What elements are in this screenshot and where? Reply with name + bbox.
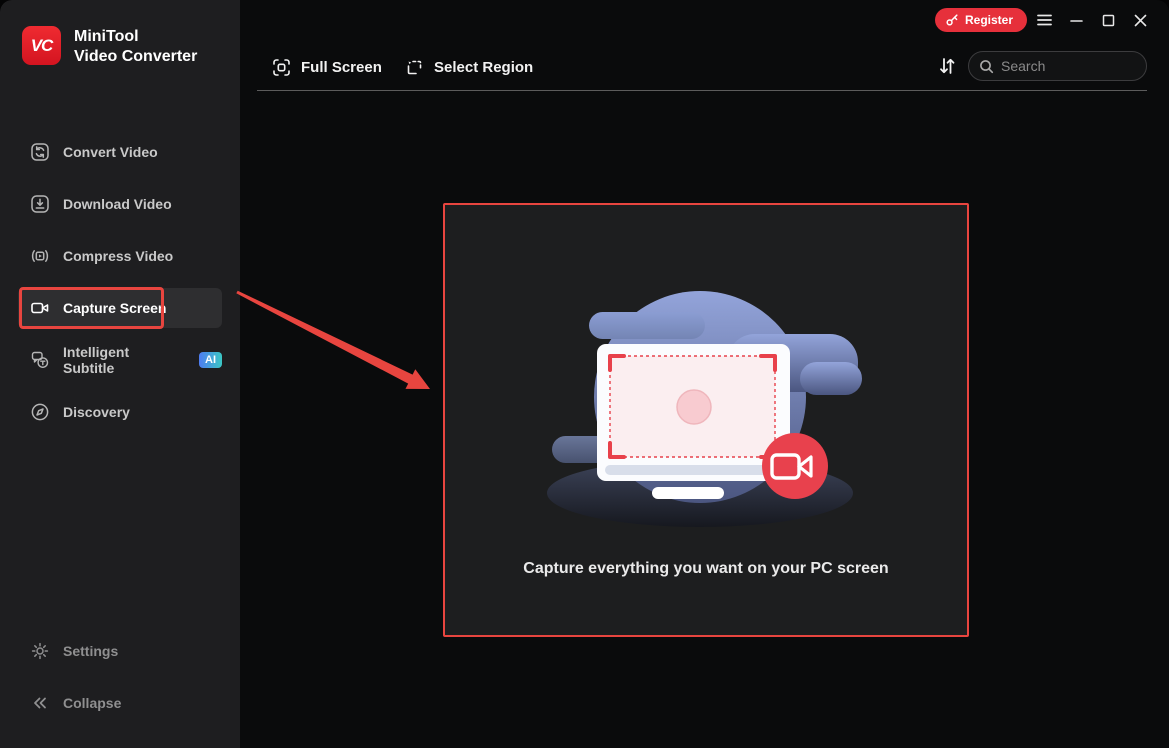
sidebar-item-label: Convert Video — [63, 144, 158, 160]
minimize-icon — [1069, 19, 1083, 22]
sort-button[interactable] — [936, 55, 958, 77]
sidebar-item-label: Discovery — [63, 404, 130, 420]
full-screen-label: Full Screen — [301, 58, 382, 76]
sidebar-item-compress-video[interactable]: Compress Video — [18, 236, 222, 276]
close-icon — [1134, 14, 1146, 26]
sidebar-item-label: Settings — [63, 643, 119, 659]
sidebar-item-label: Download Video — [63, 196, 172, 212]
capture-screen-panel[interactable]: Capture everything you want on your PC s… — [443, 203, 969, 637]
key-icon — [946, 14, 958, 26]
capture-icon — [31, 302, 49, 314]
register-label: Register — [965, 13, 1014, 27]
sidebar-item-discovery[interactable]: Discovery — [18, 392, 222, 432]
maximize-icon — [1102, 14, 1114, 26]
search-icon — [980, 59, 994, 73]
sort-icon — [940, 58, 955, 74]
full-screen-button[interactable]: Full Screen — [272, 52, 382, 82]
menu-button[interactable] — [1031, 8, 1057, 32]
select-region-label: Select Region — [434, 58, 534, 76]
select-region-button[interactable]: Select Region — [405, 52, 533, 82]
hamburger-icon — [1036, 14, 1052, 26]
app-header: VC MiniTool Video Converter — [22, 26, 197, 67]
sidebar-item-label: Collapse — [63, 695, 122, 711]
register-button[interactable]: Register — [935, 8, 1028, 32]
gear-icon — [31, 642, 49, 660]
sidebar-item-label: Intelligent Subtitle — [63, 344, 130, 376]
sidebar-item-label: Compress Video — [63, 248, 174, 264]
close-button[interactable] — [1127, 8, 1153, 32]
sidebar-item-download-video[interactable]: Download Video — [18, 184, 222, 224]
toolbar-divider — [257, 90, 1147, 91]
app-title-line2: Video Converter — [74, 48, 198, 65]
sidebar-collapse-button[interactable]: Collapse — [18, 683, 222, 723]
full-screen-icon — [273, 58, 290, 76]
sidebar-item-label: Capture Screen — [63, 300, 167, 316]
select-region-icon — [407, 60, 422, 74]
sidebar-item-settings[interactable]: Settings — [18, 631, 222, 671]
sidebar: VC MiniTool Video Converter Convert Vide… — [0, 0, 240, 748]
sidebar-item-intelligent-subtitle[interactable]: Intelligent Subtitle AI — [18, 340, 222, 380]
search-box — [968, 51, 1147, 81]
convert-icon — [31, 143, 49, 161]
app-window: VC MiniTool Video Converter Convert Vide… — [0, 0, 1169, 748]
compress-icon — [31, 250, 49, 262]
collapse-icon — [34, 697, 46, 709]
minimize-button[interactable] — [1063, 8, 1089, 32]
maximize-button[interactable] — [1095, 8, 1121, 32]
download-icon — [31, 195, 49, 213]
app-title: MiniTool Video Converter — [74, 26, 197, 67]
sidebar-item-convert-video[interactable]: Convert Video — [18, 132, 222, 172]
app-logo: VC — [22, 26, 61, 65]
sidebar-item-capture-screen[interactable]: Capture Screen — [18, 288, 222, 328]
search-input[interactable] — [1001, 58, 1121, 74]
subtitle-icon — [31, 351, 49, 369]
ai-badge: AI — [199, 352, 222, 368]
capture-caption: Capture everything you want on your PC s… — [523, 560, 889, 577]
app-title-line1: MiniTool — [74, 28, 139, 45]
discovery-icon — [31, 403, 49, 421]
